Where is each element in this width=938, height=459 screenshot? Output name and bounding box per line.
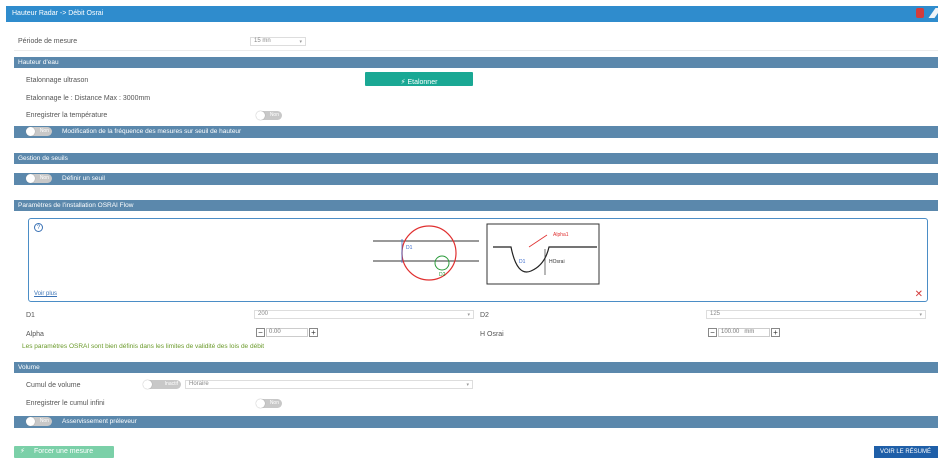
seuil-bar: Non Définir un seuil [14, 173, 938, 185]
bolt-icon: ⚡ [400, 79, 406, 86]
validation-message: Les paramètres OSRAI sont bien définis d… [22, 343, 265, 350]
cumul-infini-label: Enregistrer le cumul infini [26, 400, 105, 407]
chevron-down-icon: ▾ [919, 312, 922, 318]
section-osra: Paramètres de l'installation OSRAI Flow [14, 200, 938, 211]
section-frame [486, 223, 600, 285]
d2-select[interactable]: 125 ▾ [706, 310, 926, 319]
window-title: Hauteur Radar -> Débit Osrai [12, 10, 104, 17]
section-seuils-title: Gestion de seuils [18, 155, 68, 162]
alpha-label: Alpha [26, 331, 44, 338]
minus-button[interactable]: − [256, 328, 265, 337]
hosrai-value: 100.00 [721, 329, 740, 335]
d1-label: D1 [26, 312, 35, 319]
voir-resume-label: VOIR LE RÉSUMÉ [880, 449, 932, 455]
minus-button[interactable]: − [708, 328, 717, 337]
temperature-toggle-text: Non [269, 112, 279, 118]
hosrai-field[interactable]: 100.00 mm [718, 328, 770, 337]
window-edge [928, 8, 938, 18]
inner-circle [434, 255, 450, 271]
periode-select[interactable]: 15 mn ▾ [250, 37, 306, 46]
asserv-label: Asservissement préleveur [62, 418, 137, 425]
chevron-down-icon: ▾ [467, 312, 470, 318]
chevron-down-icon: ▾ [466, 382, 469, 388]
etalonner-label: Etalonner [407, 79, 438, 86]
cumul-infini-toggle-text: Non [269, 400, 279, 406]
section-volume: Volume [14, 362, 938, 373]
freq-toggle-text: Non [39, 128, 49, 134]
divider [14, 50, 938, 51]
alpha-stepper[interactable]: − 0.00 + [256, 328, 326, 337]
bolt-icon: ⚡ [20, 448, 25, 455]
hosrai-unit: mm [744, 329, 755, 335]
d2-value: 125 [710, 311, 721, 317]
hosrai-label: H Osrai [480, 331, 504, 338]
cumul-toggle[interactable]: Inactif [143, 380, 181, 389]
help-icon[interactable]: ? [34, 223, 43, 232]
cumul-infini-toggle[interactable]: Non [256, 399, 282, 408]
voir-plus-link[interactable]: Voir plus [34, 291, 57, 297]
cumul-label: Cumul de volume [26, 382, 81, 389]
chevron-down-icon: ▾ [299, 39, 302, 45]
cumul-select[interactable]: Horaire ▾ [185, 380, 473, 389]
hosrai-stepper[interactable]: − 100.00 mm + [708, 328, 788, 337]
d2-label: D2 [480, 312, 489, 319]
osra-diagram-panel: ? D1 D2 Alpha1 HOsrai D1 Voir plus ✕ [28, 218, 928, 302]
cumul-toggle-text: Inactif [164, 381, 178, 387]
temperature-label: Enregistrer la température [26, 112, 108, 119]
pipe-diagram: D1 D2 Alpha1 HOsrai D1 [373, 223, 600, 285]
d1-text: D1 [406, 245, 413, 251]
etalonner-button[interactable]: ⚡ Etalonner [365, 72, 473, 86]
d1b-text: D1 [519, 259, 526, 265]
seuil-toggle[interactable]: Non [26, 174, 52, 183]
freq-bar: Non Modification de la fréquence des mes… [14, 126, 938, 138]
outer-circle [401, 225, 457, 281]
forcer-mesure-button[interactable]: ⚡ Forcer une mesure [14, 446, 114, 458]
freq-toggle[interactable]: Non [26, 127, 52, 136]
alpha-text: Alpha1 [553, 232, 569, 238]
asserv-toggle[interactable]: Non [26, 417, 52, 426]
seuil-toggle-text: Non [39, 175, 49, 181]
window-titlebar: Hauteur Radar -> Débit Osrai [6, 6, 938, 22]
hosrai-text: HOsrai [549, 259, 565, 265]
seuil-label: Définir un seuil [62, 175, 105, 182]
close-red-icon[interactable]: ✕ [915, 289, 923, 300]
plus-button[interactable]: + [771, 328, 780, 337]
periode-value: 15 mn [254, 38, 271, 44]
voir-resume-button[interactable]: VOIR LE RÉSUMÉ [874, 446, 938, 458]
close-icon[interactable] [916, 8, 924, 18]
alpha-value[interactable]: 0.00 [266, 328, 308, 337]
section-hauteur-title: Hauteur d'eau [18, 59, 59, 66]
asserv-bar: Non Asservissement préleveur [14, 416, 938, 428]
section-hauteur: Hauteur d'eau [14, 57, 938, 68]
section-osra-title: Paramètres de l'installation OSRAI Flow [18, 202, 134, 209]
etalonnage-info: Etalonnage le : Distance Max : 3000mm [26, 95, 151, 102]
section-volume-title: Volume [18, 364, 40, 371]
d2-text: D2 [439, 272, 446, 278]
d1-value: 200 [258, 311, 269, 317]
cumul-select-value: Horaire [189, 381, 209, 387]
asserv-toggle-text: Non [39, 418, 49, 424]
freq-label: Modification de la fréquence des mesures… [62, 128, 242, 135]
section-seuils: Gestion de seuils [14, 153, 938, 164]
etalonnage-label: Etalonnage ultrason [26, 77, 89, 84]
plus-button[interactable]: + [309, 328, 318, 337]
periode-label: Période de mesure [18, 38, 78, 45]
temperature-toggle[interactable]: Non [256, 111, 282, 120]
d1-select[interactable]: 200 ▾ [254, 310, 474, 319]
forcer-mesure-label: Forcer une mesure [34, 448, 94, 455]
